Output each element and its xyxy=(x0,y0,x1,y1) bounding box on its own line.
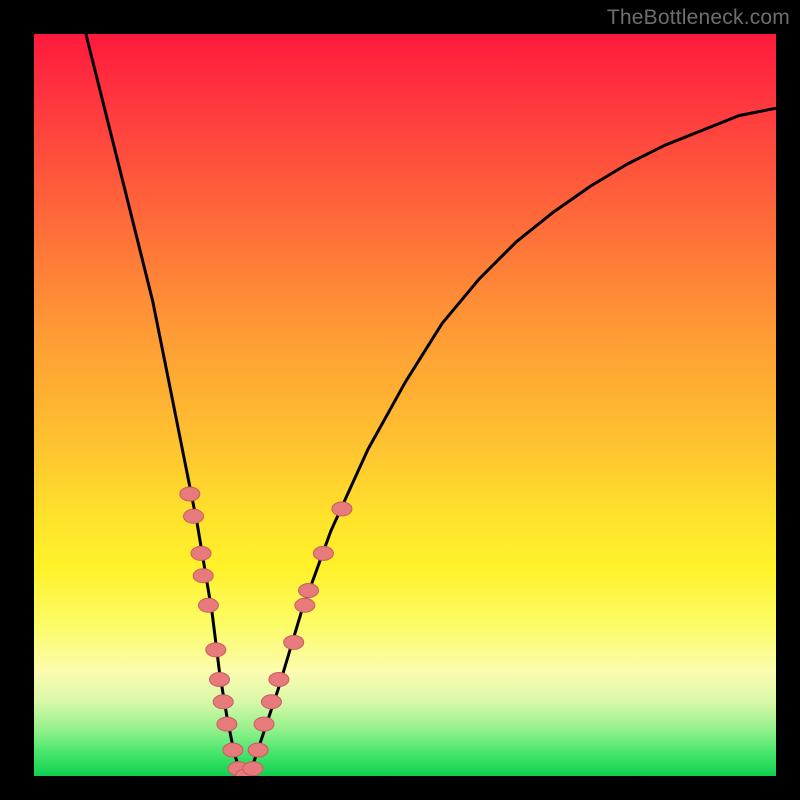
data-marker xyxy=(254,717,274,731)
watermark-text: TheBottleneck.com xyxy=(607,6,790,30)
bottleneck-curve xyxy=(86,34,776,776)
data-marker xyxy=(198,598,218,612)
data-marker xyxy=(191,546,211,560)
data-marker xyxy=(295,598,315,612)
curve-line xyxy=(86,34,776,776)
chart-frame: TheBottleneck.com xyxy=(0,0,800,800)
data-marker xyxy=(261,695,281,709)
data-marker xyxy=(243,762,263,776)
curve-svg xyxy=(34,34,776,776)
data-marker xyxy=(313,546,333,560)
data-marker xyxy=(217,717,237,731)
data-marker xyxy=(213,695,233,709)
data-marker xyxy=(193,569,213,583)
data-marker xyxy=(299,584,319,598)
data-marker xyxy=(184,509,204,523)
data-marker xyxy=(210,673,230,687)
marker-group xyxy=(180,487,352,776)
data-marker xyxy=(332,502,352,516)
data-marker xyxy=(248,743,268,757)
plot-area xyxy=(34,34,776,776)
data-marker xyxy=(206,643,226,657)
data-marker xyxy=(284,635,304,649)
data-marker xyxy=(223,743,243,757)
data-marker xyxy=(269,673,289,687)
data-marker xyxy=(180,487,200,501)
